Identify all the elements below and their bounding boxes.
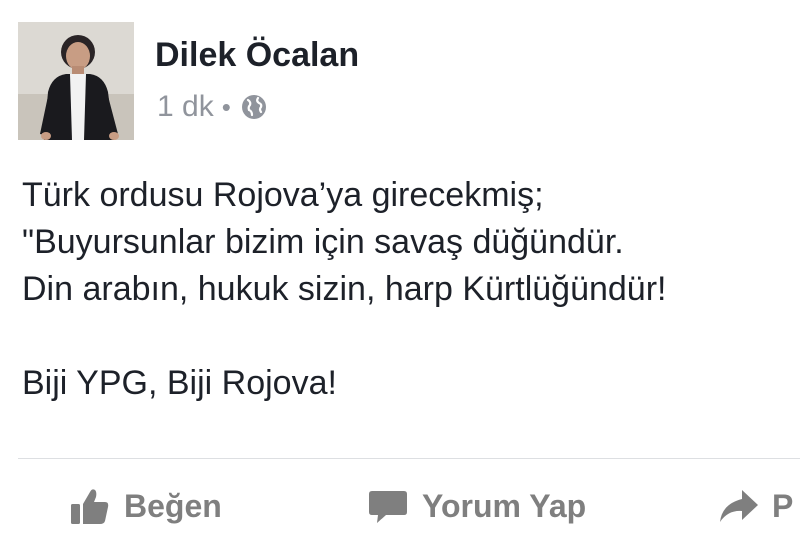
- post-body-spacer: [22, 313, 666, 360]
- profile-photo: [18, 22, 134, 140]
- like-button[interactable]: Beğen: [68, 478, 222, 534]
- like-label: Beğen: [124, 487, 222, 524]
- avatar[interactable]: [18, 22, 134, 140]
- post-body-line: "Buyursunlar bizim için savaş düğündür.: [22, 223, 624, 261]
- comment-label: Yorum Yap: [422, 487, 587, 524]
- actions-divider: [18, 458, 800, 459]
- facebook-post: Dilek Öcalan 1 dk • Türk ordusu Rojova’y…: [0, 0, 800, 554]
- share-button[interactable]: P: [716, 478, 793, 534]
- comment-button[interactable]: Yorum Yap: [366, 478, 586, 534]
- post-body: Türk ordusu Rojova’ya girecekmiş; "Buyur…: [22, 172, 666, 407]
- share-label: P: [772, 487, 794, 524]
- post-meta: 1 dk •: [157, 90, 269, 124]
- thumbs-up-icon: [71, 489, 109, 524]
- timestamp[interactable]: 1 dk: [157, 90, 214, 124]
- author-name[interactable]: Dilek Öcalan: [155, 36, 359, 75]
- post-body-line: Türk ordusu Rojova’ya girecekmiş;: [22, 176, 544, 214]
- globe-icon[interactable]: [239, 92, 269, 122]
- comment-icon: [369, 491, 407, 523]
- meta-separator: •: [221, 91, 231, 122]
- post-body-line: Din arabın, hukuk sizin, harp Kürtlüğünd…: [22, 270, 667, 308]
- share-arrow-icon: [720, 490, 758, 522]
- post-body-closing: Biji YPG, Biji Rojova!: [22, 364, 337, 402]
- action-bar: Beğen Yorum Yap P: [0, 478, 800, 538]
